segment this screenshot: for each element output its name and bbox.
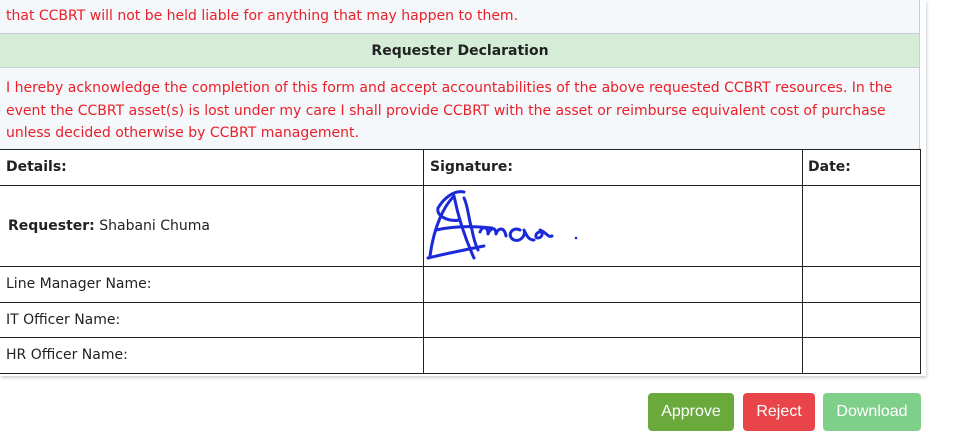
line-manager-label: Line Manager Name: [6,276,152,292]
reject-button[interactable]: Reject [743,393,815,431]
download-button[interactable]: Download [823,393,921,431]
requester-signature [426,190,578,260]
requester-name: Shabani Chuma [99,218,211,234]
date-header: Date: [808,159,851,175]
requester-declaration-title: Requester Declaration [371,43,549,59]
notice-row: that CCBRT will not be held liable for a… [0,0,920,34]
declaration-card: that CCBRT will not be held liable for a… [0,0,926,376]
requester-declaration-header: Requester Declaration [0,34,920,68]
signature-header: Signature: [430,159,513,175]
it-officer-label: IT Officer Name: [6,312,121,328]
requester-label: Requester: [8,218,95,234]
requester-cell: Requester: Shabani Chuma [8,218,210,234]
approve-button[interactable]: Approve [648,393,734,431]
declaration-row: I hereby acknowledge the completion of t… [0,68,920,149]
details-header: Details: [6,159,67,175]
liability-notice: that CCBRT will not be held liable for a… [6,8,519,24]
hr-officer-label: HR Officer Name: [6,347,128,363]
declaration-text: I hereby acknowledge the completion of t… [6,80,893,141]
